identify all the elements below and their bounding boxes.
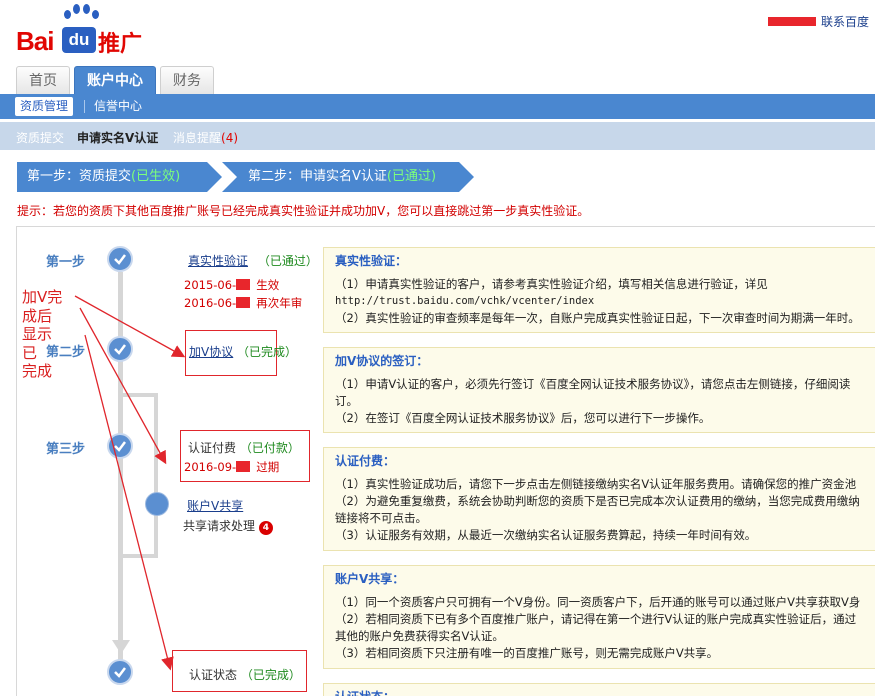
panel-final-status: 认证状态：	[323, 683, 875, 696]
panel-authenticity: 真实性验证： （1）申请真实性验证的客户，请参考真实性验证介绍，填写相关信息进行…	[323, 247, 875, 333]
panel-agreement-title: 加V协议的签订：	[335, 354, 429, 368]
panel-authenticity-url[interactable]: http://trust.baidu.com/vchk/vcenter/inde…	[335, 293, 875, 310]
panel-payment: 认证付费： （1）真实性验证成功后，请您下一步点击左侧链接缴纳实名V认证年服务费…	[323, 447, 875, 551]
panel-agreement-line2: 订。	[335, 394, 358, 408]
panel-payment-title: 认证付费：	[335, 454, 396, 468]
panel-share-line3: 其他的账户免费获得实名V认证。	[335, 629, 504, 643]
annotation-arrow-to-agreement	[74, 295, 186, 358]
panel-share-line2: （2）若相同资质下已有多个百度推广账户，请记得在第一个进行V认证的账户完成真实性…	[335, 612, 857, 626]
panel-share-title: 账户V共享：	[335, 572, 405, 586]
panel-payment-line3: 链接将不可点击。	[335, 511, 427, 525]
panel-payment-line1: （1）真实性验证成功后，请您下一步点击左侧链接缴纳实名V认证年服务费用。请确保您…	[335, 477, 857, 491]
panel-payment-line2: （2）为避免重复缴费，系统会协助判断您的资质下是否已完成本次认证费用的缴纳，当您…	[335, 494, 860, 508]
panel-agreement: 加V协议的签订： （1）申请V认证的客户，必须先行签订《百度全网认证技术服务协议…	[323, 347, 875, 433]
panel-authenticity-title: 真实性验证：	[335, 254, 408, 268]
panel-agreement-line1: （1）申请V认证的客户，必须先行签订《百度全网认证技术服务协议》，请您点击左侧链…	[335, 377, 851, 391]
panel-share: 账户V共享： （1）同一个资质客户只可拥有一个V身份。同一资质客户下，后开通的账…	[323, 565, 875, 669]
panel-share-line1: （1）同一个资质客户只可拥有一个V身份。同一资质客户下，后开通的账号可以通过账户…	[335, 595, 861, 609]
annotation-arrow-to-final	[84, 334, 174, 671]
annotation-arrow-to-payment	[79, 307, 167, 465]
panel-payment-line4: （3）认证服务有效期，从最近一次缴纳实名认证服务费算起，持续一年时间有效。	[335, 528, 757, 542]
panel-authenticity-line2: （2）真实性验证的审查频率是每年一次，自账户完成真实性验证日起，下一次审查时间为…	[335, 311, 860, 325]
panel-agreement-line3: （2）在签订《百度全网认证技术服务协议》后，您可以进行下一步操作。	[335, 411, 711, 425]
panel-final-status-title: 认证状态：	[335, 688, 875, 696]
panel-share-line4: （3）若相同资质下只注册有唯一的百度推广账号，则无需完成账户V共享。	[335, 646, 719, 660]
panel-authenticity-line1: （1）申请真实性验证的客户，请参考真实性验证介绍，填写相关信息进行验证，详见	[335, 277, 768, 291]
